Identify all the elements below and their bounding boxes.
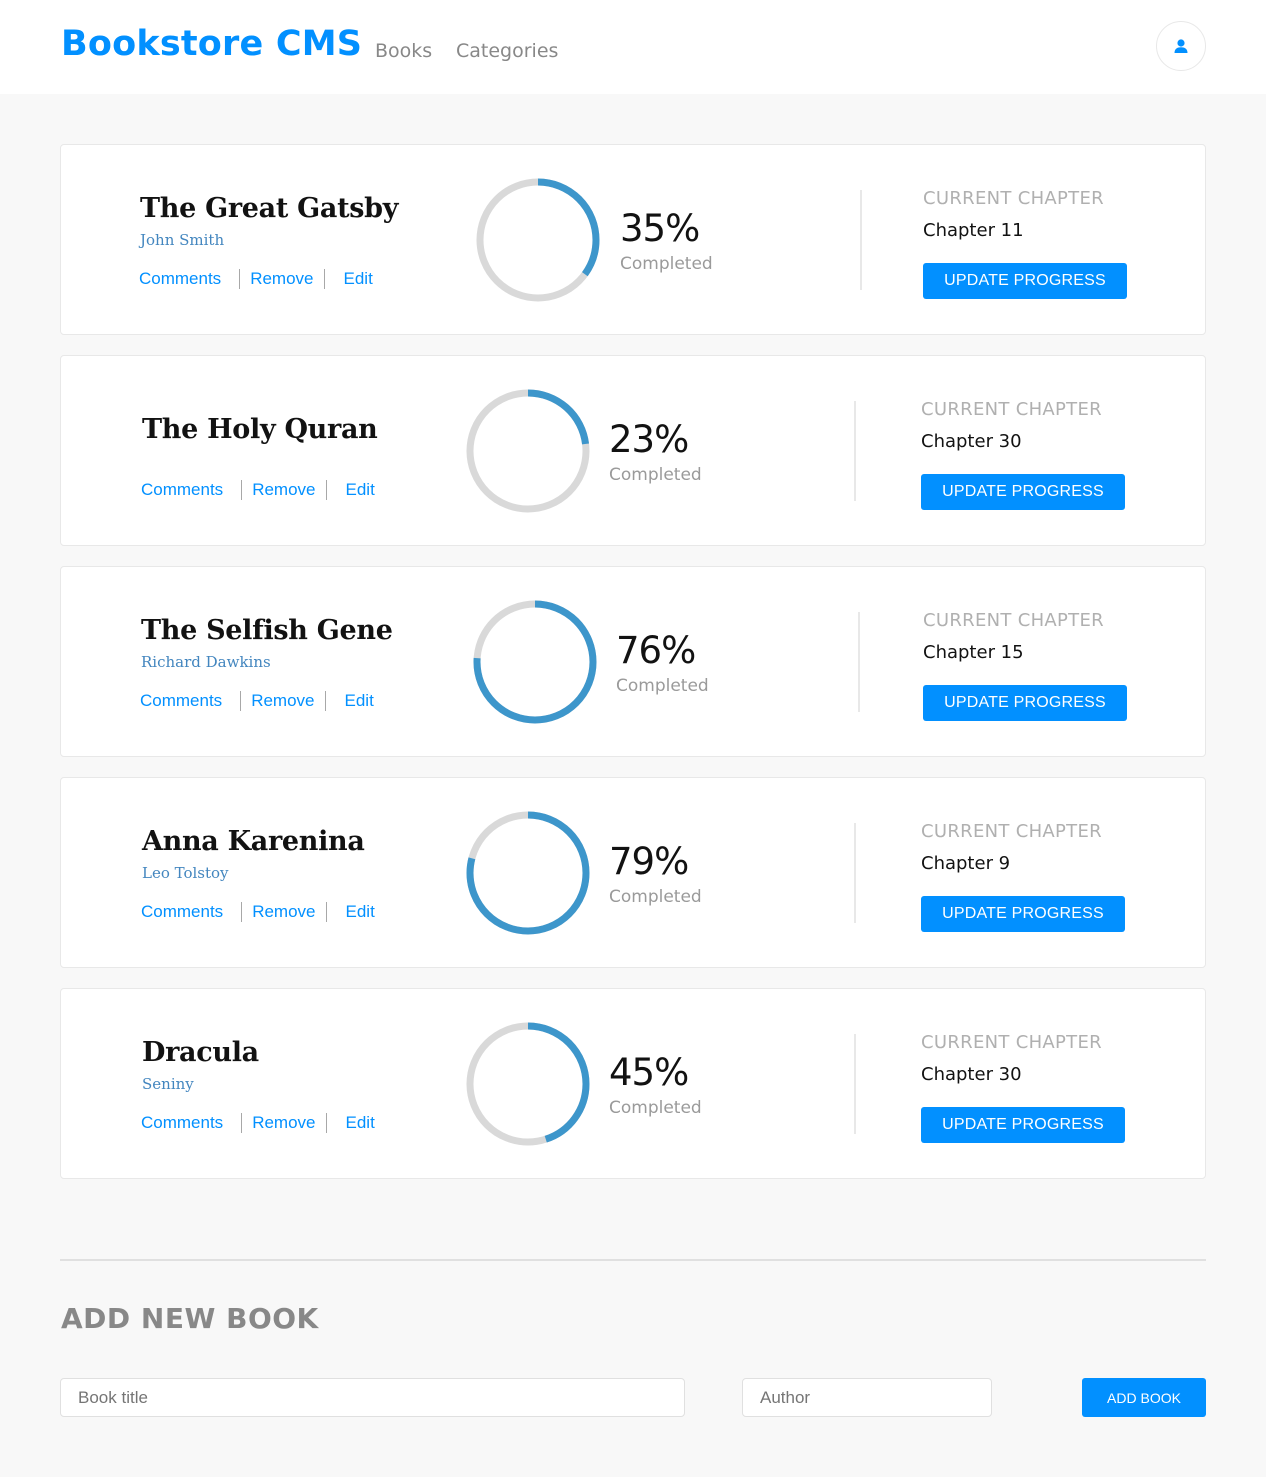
progress-percent: 79% xyxy=(609,840,689,883)
comments-button[interactable]: Comments xyxy=(141,480,223,500)
current-chapter-label: CURRENT CHAPTER xyxy=(921,821,1102,842)
completed-label: Completed xyxy=(620,254,713,274)
book-actions: Comments Remove Edit xyxy=(140,691,374,711)
edit-button[interactable]: Edit xyxy=(346,1113,375,1133)
divider xyxy=(241,480,243,500)
book-actions: Comments Remove Edit xyxy=(141,480,375,500)
book-title: The Great Gatsby xyxy=(140,193,399,224)
book-author: Seniny xyxy=(142,1075,194,1093)
book-author: Richard Dawkins xyxy=(141,653,271,671)
remove-button[interactable]: Remove xyxy=(252,902,315,922)
book-title: The Selfish Gene xyxy=(141,615,393,646)
book-actions: Comments Remove Edit xyxy=(141,1113,375,1133)
divider xyxy=(325,902,327,922)
progress-percent: 35% xyxy=(620,207,700,250)
add-book-button[interactable]: ADD BOOK xyxy=(1082,1378,1206,1417)
progress-ring xyxy=(473,600,597,724)
book-actions: Comments Remove Edit xyxy=(141,902,375,922)
book-card: The Holy Quran Comments Remove Edit 23% … xyxy=(60,355,1206,546)
current-chapter-label: CURRENT CHAPTER xyxy=(923,188,1104,209)
divider xyxy=(241,902,243,922)
current-chapter-value: Chapter 30 xyxy=(921,1064,1022,1085)
user-icon xyxy=(1174,39,1188,53)
book-author: Leo Tolstoy xyxy=(142,864,229,882)
divider xyxy=(325,480,327,500)
book-card: The Great Gatsby John Smith Comments Rem… xyxy=(60,144,1206,335)
nav-books[interactable]: Books xyxy=(375,40,432,62)
book-card: The Selfish Gene Richard Dawkins Comment… xyxy=(60,566,1206,757)
vertical-divider xyxy=(854,1034,856,1134)
app-logo[interactable]: Bookstore CMS xyxy=(61,24,362,64)
completed-label: Completed xyxy=(609,465,702,485)
vertical-divider xyxy=(860,190,862,290)
divider xyxy=(324,691,326,711)
book-actions: Comments Remove Edit xyxy=(139,269,373,289)
remove-button[interactable]: Remove xyxy=(251,691,314,711)
nav-categories[interactable]: Categories xyxy=(456,40,558,62)
book-card: Dracula Seniny Comments Remove Edit 45% … xyxy=(60,988,1206,1179)
divider xyxy=(325,1113,327,1133)
progress-ring xyxy=(476,178,600,302)
comments-button[interactable]: Comments xyxy=(140,691,222,711)
completed-label: Completed xyxy=(609,887,702,907)
progress-percent: 76% xyxy=(616,629,696,672)
book-title: Dracula xyxy=(142,1037,259,1068)
progress-ring xyxy=(466,389,590,513)
edit-button[interactable]: Edit xyxy=(344,269,373,289)
vertical-divider xyxy=(854,823,856,923)
book-title: The Holy Quran xyxy=(142,414,378,445)
update-progress-button[interactable]: UPDATE PROGRESS xyxy=(923,263,1127,299)
current-chapter-label: CURRENT CHAPTER xyxy=(921,1032,1102,1053)
update-progress-button[interactable]: UPDATE PROGRESS xyxy=(923,685,1127,721)
current-chapter-label: CURRENT CHAPTER xyxy=(923,610,1104,631)
section-divider xyxy=(60,1259,1206,1261)
progress-ring xyxy=(466,811,590,935)
book-card: Anna Karenina Leo Tolstoy Comments Remov… xyxy=(60,777,1206,968)
book-author: John Smith xyxy=(140,231,225,249)
vertical-divider xyxy=(854,401,856,501)
book-title: Anna Karenina xyxy=(142,826,365,857)
update-progress-button[interactable]: UPDATE PROGRESS xyxy=(921,1107,1125,1143)
add-book-heading: ADD NEW BOOK xyxy=(61,1302,319,1335)
progress-percent: 23% xyxy=(609,418,689,461)
edit-button[interactable]: Edit xyxy=(346,480,375,500)
edit-button[interactable]: Edit xyxy=(346,902,375,922)
comments-button[interactable]: Comments xyxy=(141,1113,223,1133)
comments-button[interactable]: Comments xyxy=(141,902,223,922)
current-chapter-value: Chapter 9 xyxy=(921,853,1011,874)
author-input[interactable] xyxy=(742,1378,992,1417)
current-chapter-label: CURRENT CHAPTER xyxy=(921,399,1102,420)
remove-button[interactable]: Remove xyxy=(250,269,313,289)
divider xyxy=(241,1113,243,1133)
completed-label: Completed xyxy=(616,676,709,696)
divider xyxy=(240,691,242,711)
update-progress-button[interactable]: UPDATE PROGRESS xyxy=(921,896,1125,932)
update-progress-button[interactable]: UPDATE PROGRESS xyxy=(921,474,1125,510)
progress-ring xyxy=(466,1022,590,1146)
edit-button[interactable]: Edit xyxy=(345,691,374,711)
remove-button[interactable]: Remove xyxy=(252,1113,315,1133)
book-title-input[interactable] xyxy=(60,1378,685,1417)
user-button[interactable] xyxy=(1156,21,1206,71)
remove-button[interactable]: Remove xyxy=(252,480,315,500)
vertical-divider xyxy=(858,612,860,712)
progress-percent: 45% xyxy=(609,1051,689,1094)
current-chapter-value: Chapter 11 xyxy=(923,220,1024,241)
current-chapter-value: Chapter 15 xyxy=(923,642,1024,663)
header: Bookstore CMS Books Categories xyxy=(0,0,1266,94)
completed-label: Completed xyxy=(609,1098,702,1118)
divider xyxy=(239,269,241,289)
comments-button[interactable]: Comments xyxy=(139,269,221,289)
divider xyxy=(323,269,325,289)
current-chapter-value: Chapter 30 xyxy=(921,431,1022,452)
